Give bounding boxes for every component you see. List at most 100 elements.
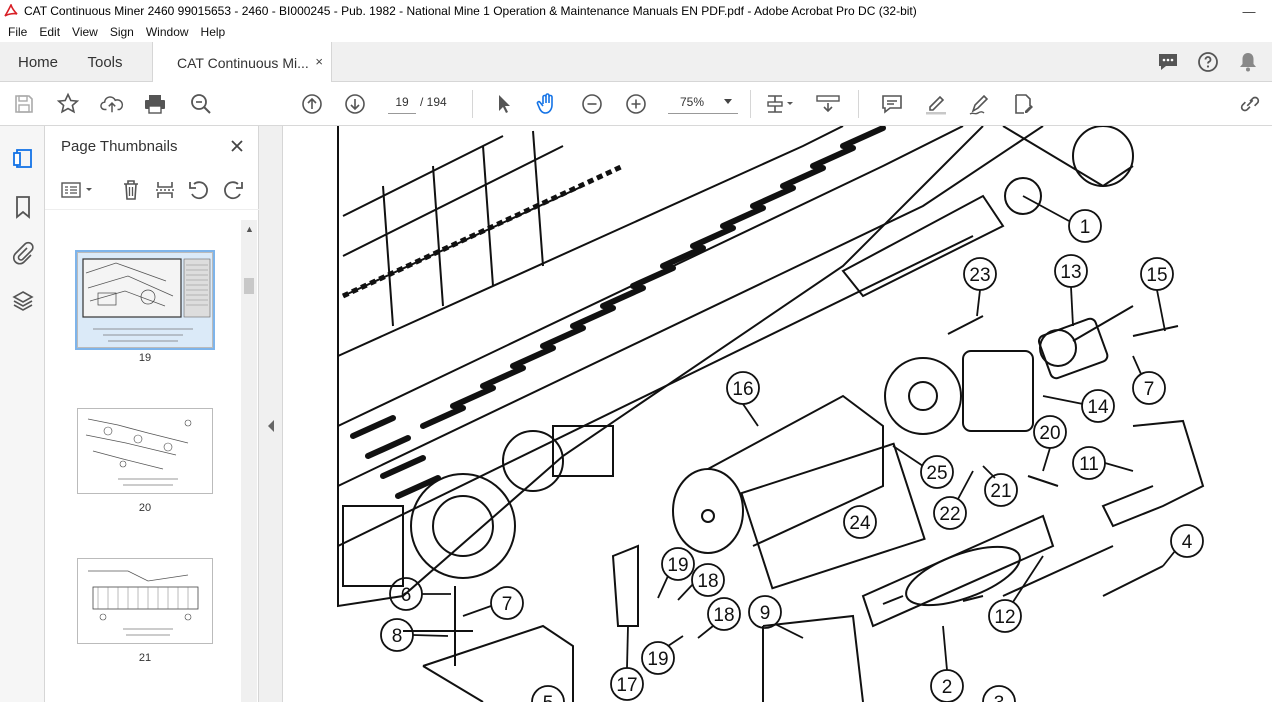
next-page-icon[interactable] [343,92,367,116]
exploded-parts-diagram: 1 23 13 15 7 16 14 20 11 25 21 22 24 4 1… [337,126,1205,702]
fit-page-icon[interactable] [764,92,798,116]
callout-19b: 19 [647,649,668,670]
callout-8: 8 [392,626,403,647]
navigation-rail [0,126,45,702]
bookmark-star-icon[interactable] [56,92,80,116]
menu-sign[interactable]: Sign [104,25,140,39]
thumbnail-page-label: 21 [138,652,152,664]
menu-bar: File Edit View Sign Window Help [0,22,1272,42]
minimize-button[interactable]: — [1226,0,1272,22]
collapse-panel-handle[interactable] [259,126,283,702]
callout-9: 9 [760,603,771,624]
callout-20: 20 [1039,423,1060,444]
acrobat-logo-icon [4,4,18,17]
extract-pages-icon[interactable] [153,178,177,202]
callout-16: 16 [732,379,753,400]
callout-22: 22 [939,504,960,525]
share-link-icon[interactable] [1238,92,1262,116]
tab-home[interactable]: Home [6,42,70,82]
tab-close-button[interactable]: × [315,54,323,69]
callout-17: 17 [616,675,637,696]
save-icon[interactable] [12,92,36,116]
notification-bell-icon[interactable] [1236,50,1260,74]
title-bar: CAT Continuous Miner 2460 99015653 - 246… [0,0,1272,22]
page-thumbnail-19[interactable] [75,250,215,350]
tab-bar: Home Tools CAT Continuous Mi... × [0,42,1272,83]
callout-4: 4 [1182,532,1193,553]
callout-6: 6 [401,585,412,606]
zoom-level-value: 75% [680,95,705,109]
thumbnail-preview [85,418,192,486]
delete-trash-icon[interactable] [119,178,143,202]
print-icon[interactable] [143,92,167,116]
callout-24: 24 [849,513,871,534]
thumbnails-scrollbar[interactable]: ▲ [241,220,257,702]
window-title: CAT Continuous Miner 2460 99015653 - 246… [24,4,917,18]
zoom-search-icon[interactable] [189,92,213,116]
menu-file[interactable]: File [2,25,33,39]
upload-cloud-icon[interactable] [100,92,124,116]
document-view[interactable]: 1 23 13 15 7 16 14 20 11 25 21 22 24 4 1… [283,126,1272,702]
layers-icon[interactable] [10,288,36,314]
callout-15: 15 [1146,265,1167,286]
main-toolbar [0,82,1272,126]
comment-bubble-icon[interactable] [1156,50,1180,74]
callout-18b: 18 [713,605,734,626]
thumbnail-options-icon[interactable] [59,178,95,202]
scroll-mode-icon[interactable] [814,92,842,116]
callout-23: 23 [969,265,990,286]
thumbnail-page-label: 19 [138,352,152,364]
page-thumbnail-20[interactable] [77,408,213,494]
thumbnail-tools [45,170,259,210]
page-total-label: / 194 [420,95,447,109]
attachments-paperclip-icon[interactable] [10,240,36,266]
help-icon[interactable] [1196,50,1220,74]
callout-3: 3 [994,693,1005,702]
thumbnail-preview [82,258,211,342]
zoom-out-icon[interactable] [580,92,604,116]
menu-help[interactable]: Help [195,25,232,39]
callout-7a: 7 [1144,379,1155,400]
tab-document[interactable]: CAT Continuous Mi... × [152,42,332,83]
callout-5: 5 [543,693,554,702]
callout-19a: 19 [667,555,688,576]
tab-document-label: CAT Continuous Mi... [177,54,309,71]
callout-7b: 7 [502,594,513,615]
menu-view[interactable]: View [66,25,104,39]
callout-14: 14 [1087,397,1109,418]
draw-sign-icon[interactable] [968,92,992,116]
close-icon[interactable] [227,136,247,156]
select-cursor-icon[interactable] [492,92,516,116]
page-thumbnail-21[interactable] [77,558,213,644]
callout-12: 12 [994,607,1015,628]
comment-icon[interactable] [880,92,904,116]
zoom-level-select[interactable]: 75% [668,90,738,114]
highlight-pen-icon[interactable] [924,92,948,116]
rotate-clockwise-icon[interactable] [221,178,245,202]
callout-11: 11 [1079,454,1099,475]
thumbnail-preview [88,570,199,636]
callout-1: 1 [1080,217,1091,238]
callout-18a: 18 [697,571,718,592]
callout-2: 2 [942,677,953,698]
scroll-up-icon[interactable]: ▲ [245,224,254,234]
callout-25: 25 [926,463,947,484]
menu-edit[interactable]: Edit [33,25,66,39]
page-number-input[interactable]: 19 [388,90,416,114]
zoom-in-icon[interactable] [624,92,648,116]
bookmarks-icon[interactable] [10,194,36,220]
tab-tools[interactable]: Tools [72,42,138,82]
callout-13: 13 [1060,262,1081,283]
scrollbar-thumb[interactable] [244,278,254,294]
page-thumbnails-icon[interactable] [10,146,36,172]
page-thumbnails-panel: Page Thumbnails 19 20 21 ▲ [45,126,259,702]
edit-document-icon[interactable] [1011,92,1035,116]
chevron-left-icon [268,420,274,432]
previous-page-icon[interactable] [300,92,324,116]
menu-window[interactable]: Window [140,25,195,39]
chevron-down-icon [724,99,732,104]
thumbnail-page-label: 20 [138,502,152,514]
rotate-counterclockwise-icon[interactable] [187,178,211,202]
panel-title: Page Thumbnails [61,138,178,155]
hand-tool-icon[interactable] [535,92,559,116]
